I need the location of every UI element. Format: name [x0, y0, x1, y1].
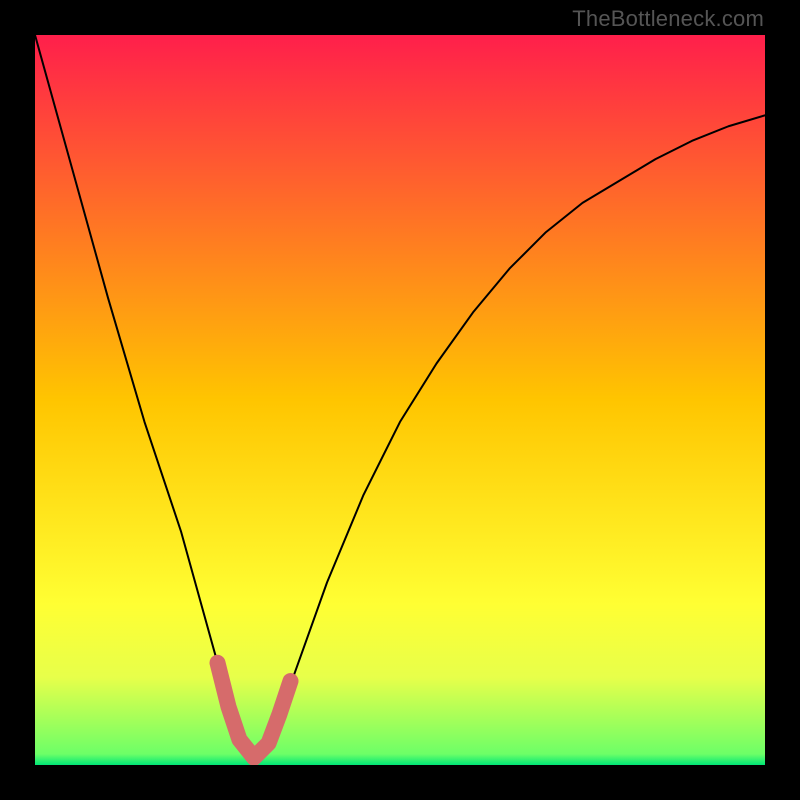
watermark-text: TheBottleneck.com	[572, 6, 764, 32]
chart-background	[35, 35, 765, 765]
chart-svg	[35, 35, 765, 765]
chart-frame	[0, 0, 800, 800]
chart-plot-area	[35, 35, 765, 765]
